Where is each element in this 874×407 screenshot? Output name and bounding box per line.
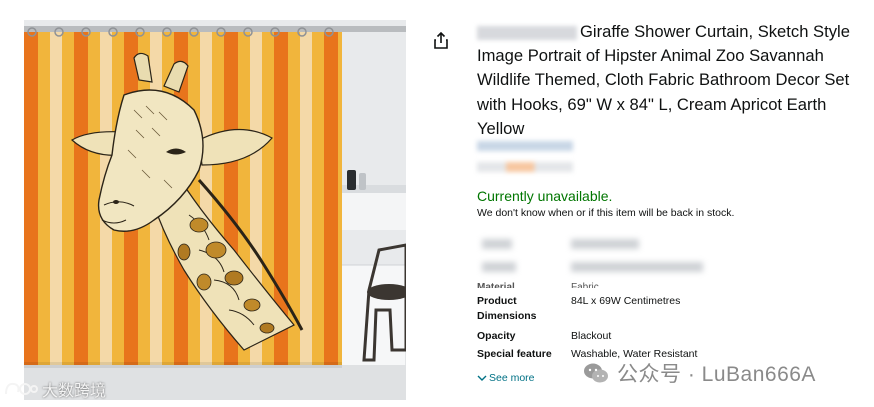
share-button[interactable] xyxy=(431,31,451,51)
curtain-stripe xyxy=(62,32,74,365)
product-image[interactable] xyxy=(24,20,406,400)
curtain-stripe xyxy=(24,32,38,365)
spec-label-material: Material xyxy=(477,282,515,288)
curtain-stripe xyxy=(74,32,88,365)
brand-name-redacted xyxy=(477,25,577,40)
curtain-stripe xyxy=(50,32,62,365)
spec-label-feature: Special feature xyxy=(477,348,552,360)
spec-value-opacity: Blackout xyxy=(571,330,612,342)
watermark-right: 公众号 · LuBan666A xyxy=(583,358,816,388)
curtain-stripe xyxy=(38,32,50,365)
curtain-stripe xyxy=(200,32,212,365)
curtain-stripe xyxy=(338,32,342,365)
curtain-stripe xyxy=(324,32,338,365)
spec-label-redacted xyxy=(482,239,512,249)
chevron-down-icon xyxy=(477,375,487,381)
spec-value-dimensions: 84L x 69W Centimetres xyxy=(571,295,681,307)
share-icon xyxy=(434,31,448,49)
price-redacted xyxy=(477,162,573,172)
see-more-label: See more xyxy=(489,372,535,384)
product-title: Giraffe Shower Curtain, Sketch Style Ima… xyxy=(477,20,869,141)
giraffe-curtain-illustration xyxy=(24,20,406,400)
curtain-stripe xyxy=(312,32,324,365)
rating-redacted xyxy=(477,141,573,151)
spec-value-redacted xyxy=(571,262,703,272)
spec-label-opacity: Opacity xyxy=(477,330,516,342)
wechat-icon xyxy=(584,363,608,383)
stock-note: We don't know when or if this item will … xyxy=(477,207,735,219)
curtain-stripe xyxy=(88,32,100,365)
spec-value-material: Fabric xyxy=(571,282,599,288)
spec-label-dimensions: Product Dimensions xyxy=(477,295,537,322)
see-more-link[interactable]: See more xyxy=(477,372,535,384)
logo-icon xyxy=(5,382,38,395)
watermark-right-text: 公众号 · LuBan666A xyxy=(617,363,816,386)
spec-value-redacted xyxy=(571,239,639,249)
availability-status: Currently unavailable. xyxy=(477,188,613,204)
watermark-left-text: 大数跨境 xyxy=(42,383,107,400)
spec-label-redacted xyxy=(482,262,516,272)
watermark-left: 大数跨境 xyxy=(4,377,106,401)
curtain-stripe xyxy=(300,32,312,365)
